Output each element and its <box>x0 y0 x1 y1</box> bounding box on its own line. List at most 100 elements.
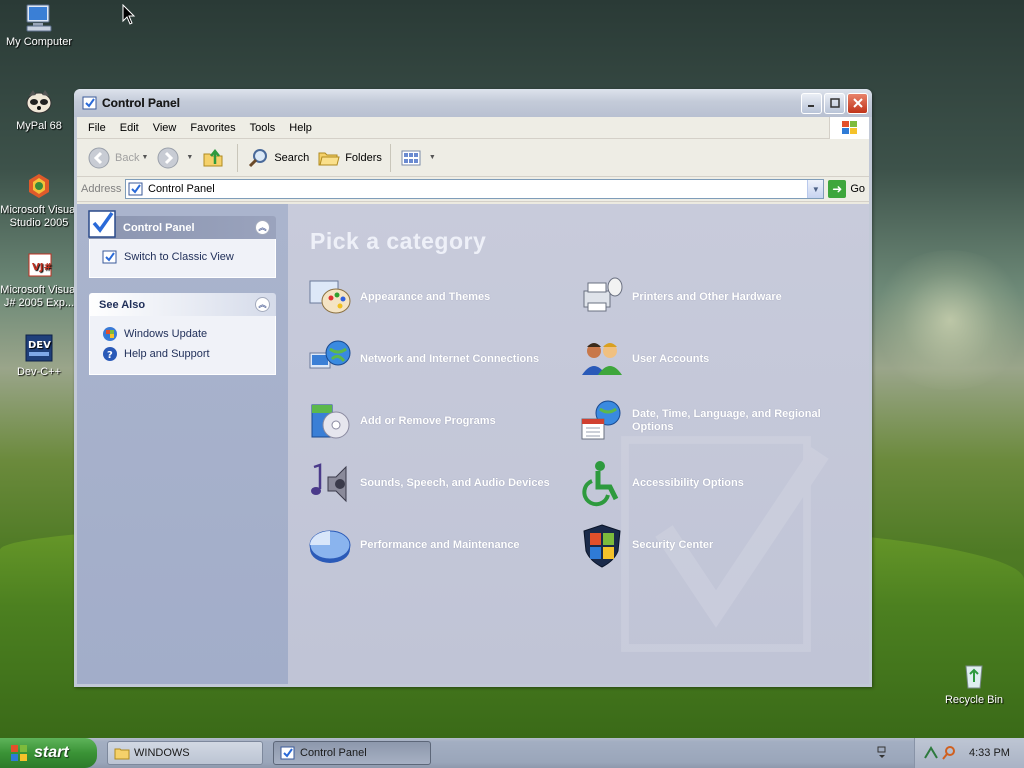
clock[interactable]: 4:33 PM <box>969 747 1010 759</box>
control-panel-window: Control Panel File Edit View Favorites T… <box>74 89 872 687</box>
category-sounds-audio[interactable]: Sounds, Speech, and Audio Devices <box>306 459 550 507</box>
forward-arrow-icon <box>157 147 179 168</box>
menu-tools[interactable]: Tools <box>243 122 283 134</box>
views-icon <box>401 150 421 165</box>
windows-flag-icon <box>11 745 27 761</box>
search-button[interactable]: Search <box>242 143 313 173</box>
category-label: Network and Internet Connections <box>360 352 540 365</box>
desktop-icon-visual-studio[interactable]: Microsoft Visual Studio 2005 <box>0 170 78 230</box>
task-pane: Control Panel ︽ Switch to Classic View S… <box>77 204 288 684</box>
taskbar: start WINDOWS Control Panel 4:33 PM <box>0 738 1024 768</box>
category-label: Sounds, Speech, and Audio Devices <box>360 476 550 489</box>
collapse-chevron-icon[interactable]: ︽ <box>255 297 270 312</box>
control-panel-task-box: Control Panel ︽ Switch to Classic View <box>88 210 276 278</box>
menu-file[interactable]: File <box>81 122 113 134</box>
windows-update-link[interactable]: Windows Update <box>102 324 265 344</box>
go-arrow-icon: ➜ <box>828 180 847 198</box>
mouse-cursor-icon <box>122 3 136 29</box>
menu-favorites[interactable]: Favorites <box>183 122 242 134</box>
user-accounts-icon <box>582 343 622 375</box>
language-bar-icon[interactable] <box>870 746 894 760</box>
desktop-icon-mypal[interactable]: MyPal 68 <box>0 86 78 133</box>
go-button[interactable]: ➜ Go <box>828 180 865 198</box>
views-button[interactable]: ▼ <box>395 143 440 173</box>
start-label: start <box>34 744 69 761</box>
taskbar-button-control-panel[interactable]: Control Panel <box>273 741 431 765</box>
help-support-label: Help and Support <box>124 348 210 360</box>
maximize-button[interactable] <box>824 92 845 114</box>
recycle-bin-icon <box>958 660 990 692</box>
collapse-chevron-icon[interactable]: ︽ <box>255 220 270 235</box>
accessibility-icon <box>582 461 619 507</box>
menu-bar: File Edit View Favorites Tools Help <box>77 117 869 139</box>
taskbar-button-label: Control Panel <box>300 747 367 759</box>
visual-jsharp-icon: VJ# <box>23 250 55 282</box>
back-button[interactable]: Back ▼ <box>83 143 152 173</box>
category-performance-maintenance[interactable]: Performance and Maintenance <box>306 521 520 569</box>
menu-help[interactable]: Help <box>282 122 319 134</box>
category-label: Printers and Other Hardware <box>632 290 782 303</box>
windows-flag-icon <box>829 117 869 139</box>
sounds-audio-icon <box>311 463 347 503</box>
see-also-task-body: Windows Update ? Help and Support <box>89 316 276 375</box>
dev-cpp-icon: DEV <box>23 332 55 364</box>
maximize-icon <box>829 98 840 108</box>
title-bar[interactable]: Control Panel <box>74 89 872 117</box>
see-also-task-header[interactable]: See Also ︽ <box>89 293 276 316</box>
see-also-title: See Also <box>99 298 146 311</box>
back-dropdown-icon[interactable]: ▼ <box>141 154 148 161</box>
category-accessibility[interactable]: Accessibility Options <box>578 459 744 507</box>
network-tray-icon[interactable] <box>923 745 939 761</box>
start-button[interactable]: start <box>0 738 97 768</box>
control-panel-task-header[interactable]: Control Panel ︽ <box>88 210 276 239</box>
views-dropdown-icon[interactable]: ▼ <box>429 154 436 161</box>
see-also-task-box: See Also ︽ Windows Update ? Help and Sup… <box>89 293 276 375</box>
desktop-icon-recycle-bin[interactable]: Recycle Bin <box>935 660 1013 707</box>
back-arrow-icon <box>88 147 110 168</box>
help-support-link[interactable]: ? Help and Support <box>102 344 265 364</box>
up-folder-icon <box>203 148 223 166</box>
folders-button[interactable]: Folders <box>313 143 386 173</box>
switch-classic-view-link[interactable]: Switch to Classic View <box>102 247 265 267</box>
menu-edit[interactable]: Edit <box>113 122 146 134</box>
search-icon <box>249 148 268 167</box>
go-label: Go <box>850 183 865 195</box>
category-add-remove-programs[interactable]: Add or Remove Programs <box>306 397 496 445</box>
close-button[interactable] <box>847 92 868 114</box>
switch-view-icon <box>102 250 117 264</box>
category-label: Add or Remove Programs <box>360 414 496 427</box>
toolbar: Back ▼ ▼ Search Folders ▼ <box>77 139 869 177</box>
add-remove-programs-icon <box>311 404 350 439</box>
toolbar-separator <box>389 143 391 172</box>
system-tray: 4:33 PM <box>914 738 1024 768</box>
control-panel-icon <box>82 96 97 110</box>
category-appearance-themes[interactable]: Appearance and Themes <box>306 273 490 321</box>
desktop-icon-dev-cpp[interactable]: DEV Dev-C++ <box>0 332 78 379</box>
content-area: Control Panel ︽ Switch to Classic View S… <box>77 204 869 684</box>
folders-label: Folders <box>345 151 382 164</box>
desktop-icon-visual-jsharp[interactable]: VJ# Microsoft Visual J# 2005 Exp... <box>0 250 78 310</box>
forward-button[interactable]: ▼ <box>152 143 197 173</box>
category-label: Appearance and Themes <box>360 290 491 303</box>
svg-text:VJ#: VJ# <box>32 262 52 273</box>
category-security-center[interactable]: Security Center <box>578 521 713 569</box>
sky-glow <box>870 250 1024 390</box>
desktop-icon-my-computer[interactable]: My Computer <box>0 2 78 49</box>
category-user-accounts[interactable]: User Accounts <box>578 335 709 383</box>
address-dropdown-icon[interactable]: ▼ <box>807 180 824 198</box>
taskbar-button-windows[interactable]: WINDOWS <box>107 741 263 765</box>
my-computer-icon <box>23 2 55 34</box>
date-time-regional-icon <box>581 400 621 440</box>
menu-view[interactable]: View <box>146 122 184 134</box>
address-input[interactable]: Control Panel ▼ <box>125 179 825 199</box>
search-tray-icon[interactable] <box>941 745 957 761</box>
category-printers-hardware[interactable]: Printers and Other Hardware <box>578 273 782 321</box>
category-date-time-regional[interactable]: Date, Time, Language, and Regional Optio… <box>578 397 842 445</box>
up-folder-button[interactable] <box>197 143 233 173</box>
minimize-button[interactable] <box>801 92 822 114</box>
category-network-internet[interactable]: Network and Internet Connections <box>306 335 539 383</box>
control-panel-task-title: Control Panel <box>123 221 195 234</box>
category-label: Accessibility Options <box>632 476 744 489</box>
network-internet-icon <box>309 340 351 369</box>
forward-dropdown-icon[interactable]: ▼ <box>186 154 193 161</box>
